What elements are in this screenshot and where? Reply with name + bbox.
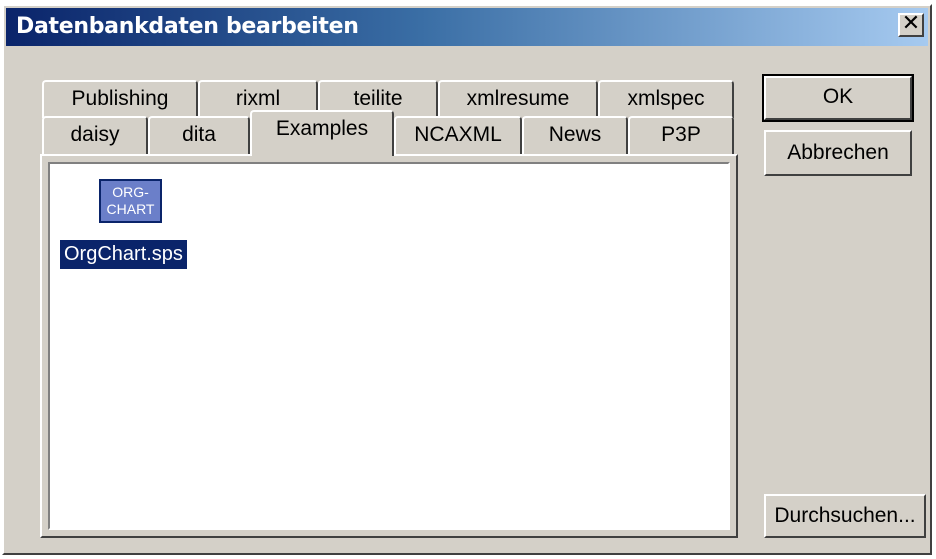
tab-label: Publishing <box>71 87 169 110</box>
tab-xmlspec[interactable]: xmlspec <box>598 80 734 118</box>
tab-label: dita <box>182 123 216 146</box>
tab-examples[interactable]: Examples <box>250 110 394 156</box>
close-button[interactable]: ✕ <box>898 13 924 37</box>
tab-p3p[interactable]: P3P <box>628 116 734 154</box>
tab-label: xmlresume <box>466 87 570 110</box>
tab-label: NCAXML <box>414 123 502 146</box>
tab-ncaxml[interactable]: NCAXML <box>394 116 522 154</box>
tab-xmlresume[interactable]: xmlresume <box>438 80 598 118</box>
ok-button[interactable]: OK <box>762 74 914 122</box>
cancel-button[interactable]: Abbrechen <box>764 130 912 176</box>
title-bar[interactable]: Datenbankdaten bearbeiten ✕ <box>6 8 928 46</box>
tab-daisy[interactable]: daisy <box>42 116 148 154</box>
tab-label: teilite <box>353 87 403 110</box>
tab-label: xmlspec <box>627 87 705 110</box>
file-list[interactable]: ORG- CHART OrgChart.sps <box>48 162 730 530</box>
dialog-window: Datenbankdaten bearbeiten ✕ Publishing r… <box>2 4 932 555</box>
file-item-label[interactable]: OrgChart.sps <box>60 240 187 269</box>
icon-text-line: CHART <box>106 201 155 217</box>
tab-label: Examples <box>275 117 369 140</box>
tab-dita[interactable]: dita <box>148 116 250 154</box>
orgchart-file-icon[interactable]: ORG- CHART <box>99 179 162 223</box>
browse-button[interactable]: Durchsuchen... <box>764 494 926 538</box>
icon-text-line: ORG- <box>112 184 149 200</box>
tab-news[interactable]: News <box>522 116 628 154</box>
tab-label: P3P <box>661 123 701 146</box>
window-title: Datenbankdaten bearbeiten <box>16 14 359 39</box>
tab-label: News <box>548 123 602 146</box>
tab-label: rixml <box>235 87 281 110</box>
tab-label: daisy <box>70 123 120 146</box>
tab-panel: ORG- CHART OrgChart.sps <box>40 154 738 538</box>
close-icon: ✕ <box>901 11 921 36</box>
tab-publishing[interactable]: Publishing <box>42 80 198 118</box>
